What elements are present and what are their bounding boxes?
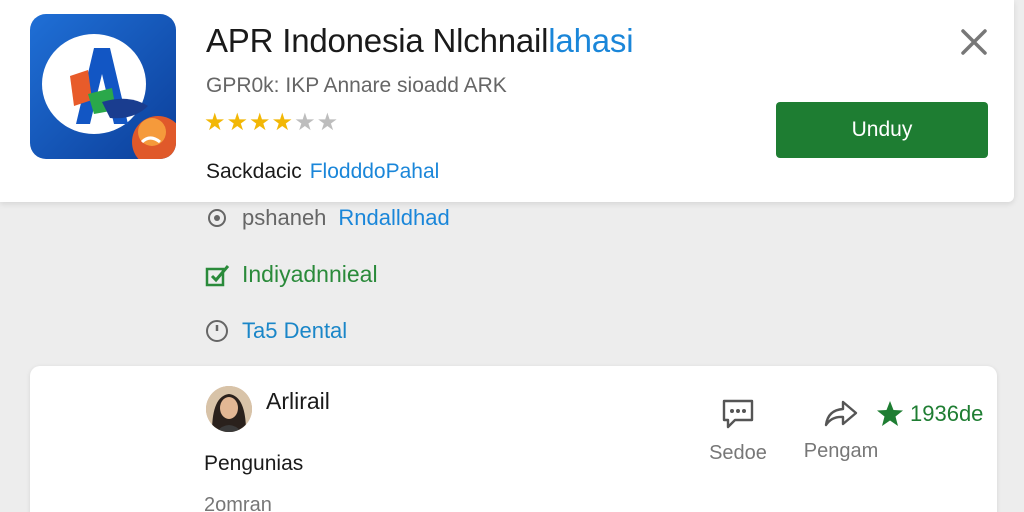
close-icon[interactable] [956,24,992,60]
info-time-text: Ta5 Dental [242,318,348,343]
review-user-name: Arlirail [266,388,330,414]
developer-label: Sackdacic [206,160,302,183]
developer-link[interactable]: FlodddoPahal [310,160,440,183]
app-subtitle: GPR0k: IKP Annare sioadd ARK [206,74,507,97]
info-row-source: pshaneh Rndalldhad [204,205,450,231]
info-verified-text: Indiyadnnieal [242,261,378,287]
clock-icon [204,318,230,344]
avatar[interactable] [206,386,252,432]
install-button[interactable]: Unduy [776,102,988,158]
star-icon: ★ [271,109,295,136]
star-count: 1936de [910,401,984,426]
edit-check-icon [204,262,230,288]
review-section-label: Pengunias [204,452,304,475]
info-row-verified: Indiyadnnieal [204,261,378,288]
review-section-sub: 2omran [204,494,272,512]
app-logo-icon[interactable] [30,14,176,159]
info-source-link[interactable]: Rndalldhad [338,205,449,231]
star-rating: ★★★★★★ [204,108,339,137]
comment-label: Sedoe [709,442,767,464]
app-title: APR Indonesia Nlchnaillahasi [206,22,634,60]
app-title-main: APR Indonesia Nlchnail [206,22,549,59]
comment-button[interactable]: Sedoe [698,398,778,465]
comment-icon [722,399,754,429]
star-icon: ★ [226,109,250,136]
info-source-label: pshaneh [242,205,327,230]
star-icon: ★ [204,109,227,136]
star-icon [876,400,904,428]
star-count-button[interactable]: 1936de [876,400,983,428]
app-title-accent: lahasi [548,22,634,59]
developer-line: Sackdacic FlodddoPahal [206,160,439,184]
info-row-time: Ta5 Dental [204,318,347,344]
share-label: Pengam [803,440,879,462]
star-icon: ★ [249,109,272,136]
share-arrow-icon [824,400,858,427]
app-header-card: APR Indonesia Nlchnaillahasi GPR0k: IKP … [0,0,1014,202]
star-empty-icon: ★ [316,109,340,136]
star-empty-icon: ★ [294,109,317,136]
review-card: Arlirail Pengunias 2omran Sedoe Pengam 1… [30,366,997,512]
settings-icon [204,205,230,231]
